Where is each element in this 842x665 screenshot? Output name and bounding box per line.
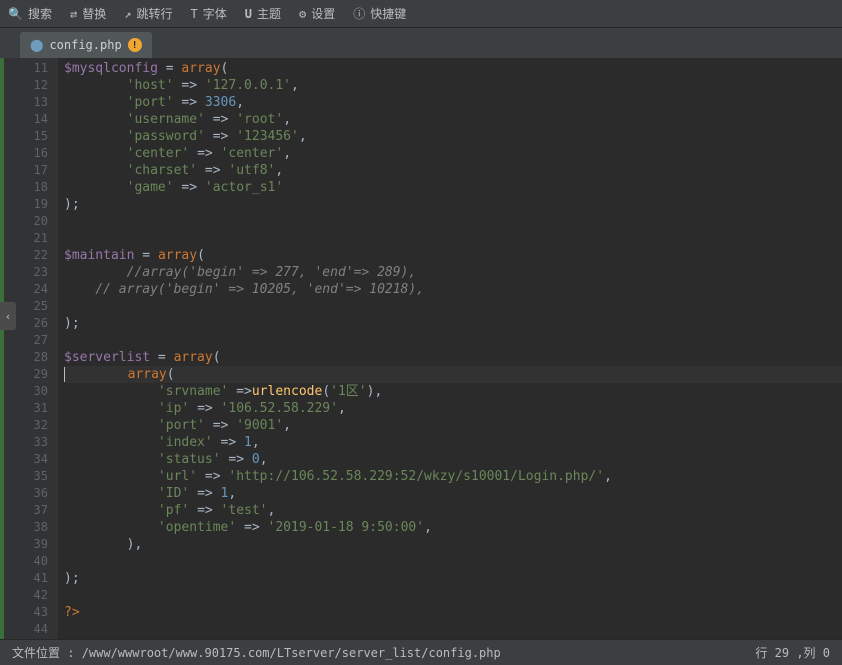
toolbar-label: 字体 bbox=[203, 5, 227, 22]
toolbar-label: 快捷键 bbox=[370, 5, 406, 22]
toolbar-label: 主题 bbox=[257, 5, 281, 22]
gear-icon: ⚙ bbox=[299, 7, 306, 21]
code-area[interactable]: $mysqlconfig = array( 'host' => '127.0.0… bbox=[58, 58, 842, 639]
tab-config-php[interactable]: ⬤ config.php ! bbox=[20, 32, 152, 58]
tab-bar: ⬤ config.php ! bbox=[0, 28, 842, 58]
font-icon: T bbox=[190, 7, 197, 21]
toolbar-settings[interactable]: ⚙ 设置 bbox=[299, 5, 335, 22]
toolbar-label: 设置 bbox=[311, 5, 335, 22]
toolbar: 🔍 搜索 ⇄ 替换 ↗ 跳转行 T 字体 U 主题 ⚙ 设置 ⓘ 快捷键 bbox=[0, 0, 842, 28]
status-bar: 文件位置 : /www/wwwroot/www.90175.com/LTserv… bbox=[0, 639, 842, 665]
toolbar-font[interactable]: T 字体 bbox=[190, 5, 226, 22]
toolbar-theme[interactable]: U 主题 bbox=[245, 5, 281, 22]
toolbar-label: 替换 bbox=[82, 5, 106, 22]
php-file-icon: ⬤ bbox=[30, 38, 43, 52]
theme-icon: U bbox=[245, 7, 252, 21]
line-gutter: 1112131415161718192021222324252627282930… bbox=[4, 58, 58, 639]
goto-icon: ↗ bbox=[124, 7, 131, 21]
tab-filename: config.php bbox=[49, 38, 121, 52]
replace-icon: ⇄ bbox=[70, 7, 77, 21]
search-icon: 🔍 bbox=[8, 7, 23, 21]
panel-collapse-handle[interactable]: ‹ bbox=[0, 302, 16, 330]
toolbar-label: 跳转行 bbox=[136, 5, 172, 22]
cursor-position: 行 29 ,列 0 bbox=[755, 644, 830, 661]
info-icon: ⓘ bbox=[353, 5, 365, 22]
warning-badge-icon: ! bbox=[128, 38, 142, 52]
toolbar-label: 搜索 bbox=[28, 5, 52, 22]
toolbar-shortcuts[interactable]: ⓘ 快捷键 bbox=[353, 5, 406, 22]
toolbar-replace[interactable]: ⇄ 替换 bbox=[70, 5, 106, 22]
toolbar-goto[interactable]: ↗ 跳转行 bbox=[124, 5, 172, 22]
file-path: 文件位置 : /www/wwwroot/www.90175.com/LTserv… bbox=[12, 644, 501, 661]
toolbar-search[interactable]: 🔍 搜索 bbox=[8, 5, 52, 22]
editor: ‹ 11121314151617181920212223242526272829… bbox=[0, 58, 842, 639]
